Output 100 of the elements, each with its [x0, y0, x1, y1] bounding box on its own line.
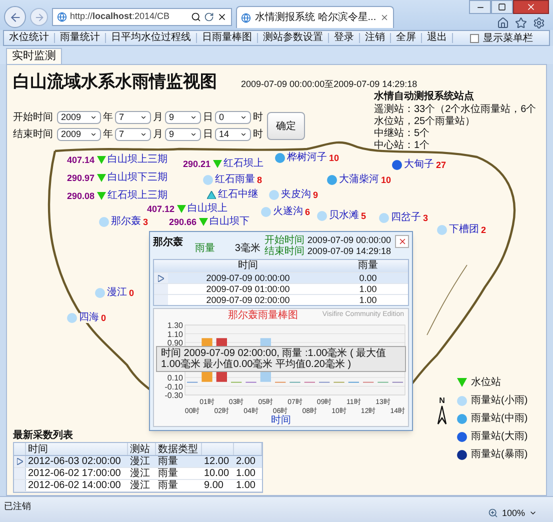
start-label: 开始时间 — [264, 235, 304, 246]
dropdown[interactable]: 9 — [165, 111, 201, 124]
station-name: 白山坝上三期 — [108, 155, 168, 165]
legend-label: 雨量站(中雨) — [471, 412, 528, 426]
column-header[interactable]: 时间 — [28, 444, 48, 455]
station-info-line: 中心站：1个 — [374, 140, 431, 152]
grid-row[interactable]: 2009-07-09 00:00:00 0.00 — [154, 272, 408, 283]
grid-row[interactable]: 2009-07-09 02:00:00 1.00 — [154, 294, 408, 305]
grid-cell: 0.00 — [359, 273, 377, 283]
menu-item[interactable]: 水位统计 — [4, 33, 55, 43]
table-cell: 雨量 — [158, 480, 178, 491]
dropdown[interactable]: 7 — [115, 111, 151, 124]
table-cell: 9.00 — [204, 480, 224, 491]
legend-label: 水位站 — [471, 376, 501, 390]
menu-item[interactable]: 日雨量棒图 — [197, 33, 258, 43]
caret-icon — [90, 114, 97, 121]
address-field[interactable]: http://localhost:2014/CB — [52, 8, 232, 26]
zoom-level[interactable]: 100% — [502, 506, 525, 520]
forward-button[interactable] — [30, 8, 48, 26]
refresh-icon[interactable] — [204, 12, 214, 22]
menu-item[interactable]: 注销 — [360, 33, 391, 43]
unit-label: 时 — [253, 110, 263, 125]
legend-label: 雨量站(暴雨) — [471, 448, 528, 462]
column-header[interactable]: 雨量 — [358, 260, 378, 271]
checkbox[interactable] — [470, 34, 479, 42]
menu-item[interactable]: 雨量统计 — [55, 33, 106, 43]
menu-item[interactable]: 退出 — [422, 33, 453, 43]
rainfall-value: 9 — [313, 190, 318, 200]
grid-cell: 2009-07-09 02:00:00 — [206, 295, 290, 305]
table-cell: 漫江 — [130, 456, 150, 467]
caret-icon — [90, 131, 97, 138]
table-row[interactable]: 2012-06-03 02:00:00 漫江 雨量 12.00 2.00 — [14, 456, 262, 468]
home-icon[interactable] — [497, 17, 509, 29]
close-icon — [526, 2, 536, 12]
chart-tooltip: 时间 2009-07-09 02:00:00, 雨量 :1.00毫米 ( 最大值1.00毫米 最小值0.00毫米 平均值0.20毫米 ) — [156, 346, 406, 372]
table-cell: 漫江 — [130, 480, 150, 491]
zoom-icon[interactable] — [488, 508, 498, 518]
dropdown[interactable]: 9 — [165, 128, 201, 141]
settings-icon[interactable] — [533, 17, 545, 29]
row-header[interactable] — [14, 456, 26, 467]
address-text: http://localhost:2014/CB — [70, 10, 170, 24]
station-name: 大甸子 — [404, 160, 434, 170]
rainfall-value: 0 — [101, 314, 106, 322]
menu-item[interactable]: 全屏 — [391, 33, 422, 43]
rainfall-value: 3 — [143, 218, 148, 226]
station-name: 四海 — [79, 313, 99, 323]
close-button[interactable] — [395, 235, 409, 248]
popup-data-type: 雨量 — [195, 242, 215, 256]
y-tick-label: -0.30 — [164, 391, 182, 400]
maximize-button[interactable] — [491, 0, 513, 14]
column-header[interactable]: 测站 — [130, 444, 150, 455]
menu-item[interactable]: 日平均水位过程线 — [106, 33, 197, 43]
table-cell: 1.00 — [236, 468, 256, 479]
dropdown[interactable]: 0 — [215, 111, 251, 124]
popup-station-name: 那尔轰 — [153, 235, 183, 250]
page-tab[interactable]: 实时监测 — [6, 48, 62, 64]
confirm-button[interactable]: 确定 — [267, 112, 305, 140]
table-cell: 雨量 — [158, 456, 178, 467]
arrow-left-icon — [8, 10, 22, 24]
dropdown[interactable]: 2009 — [57, 111, 101, 124]
browser-tab[interactable]: 水情测报系统 哈尔滨令星... — [236, 6, 394, 28]
table-row[interactable]: 2012-06-02 14:00:00 漫江 雨量 9.00 1.00 — [14, 480, 262, 492]
column-header[interactable]: 数据类型 — [158, 444, 198, 455]
dropdown[interactable]: 7 — [115, 128, 151, 141]
menu-item[interactable]: 登录 — [329, 33, 360, 43]
row-header[interactable] — [154, 273, 168, 283]
star-icon[interactable] — [515, 17, 527, 29]
close-icon — [398, 237, 406, 246]
dropdown[interactable]: 14 — [215, 128, 251, 141]
time-label: 结束时间 — [13, 128, 53, 142]
unit-label: 月 — [153, 128, 163, 142]
down-triangle-icon — [457, 378, 467, 387]
row-pointer-icon — [158, 274, 164, 282]
table-title: 最新采数列表 — [13, 430, 73, 442]
end-time: 2009-07-09 14:29:18 — [307, 246, 391, 257]
caret-icon — [190, 131, 197, 138]
dropdown[interactable]: 2009 — [57, 128, 101, 141]
search-icon[interactable] — [191, 12, 201, 22]
column-header[interactable]: 时间 — [238, 260, 258, 271]
caret-icon — [240, 114, 247, 121]
grid-row[interactable]: 2009-07-09 01:00:00 1.00 — [154, 283, 408, 294]
close-tab-icon[interactable] — [380, 13, 390, 22]
menu-item[interactable]: 测站参数设置 — [258, 33, 329, 43]
back-button[interactable] — [4, 6, 26, 28]
stop-icon[interactable] — [217, 12, 227, 22]
water-level-value: 407.12 — [147, 204, 175, 214]
y-tick-label: -0.10 — [164, 382, 182, 392]
station-name: 火遂沟 — [273, 207, 303, 217]
close-window-button[interactable] — [513, 0, 549, 14]
station-name: 贝水滩 — [329, 211, 359, 221]
north-arrow-icon — [437, 405, 447, 425]
table-cell: 12.00 — [204, 456, 230, 467]
station-info-title: 水情自动测报系统站点 — [374, 90, 475, 104]
unit-label: 年 — [103, 111, 113, 125]
rainfall-value: 6 — [305, 208, 310, 216]
grid-cell: 2009-07-09 00:00:00 — [206, 273, 290, 283]
status-text: 已注销 — [4, 500, 31, 513]
table-row[interactable]: 2012-06-02 17:00:00 漫江 雨量 10.00 1.00 — [14, 468, 262, 480]
caret-icon — [240, 131, 247, 138]
water-level-value: 407.14 — [67, 156, 95, 164]
